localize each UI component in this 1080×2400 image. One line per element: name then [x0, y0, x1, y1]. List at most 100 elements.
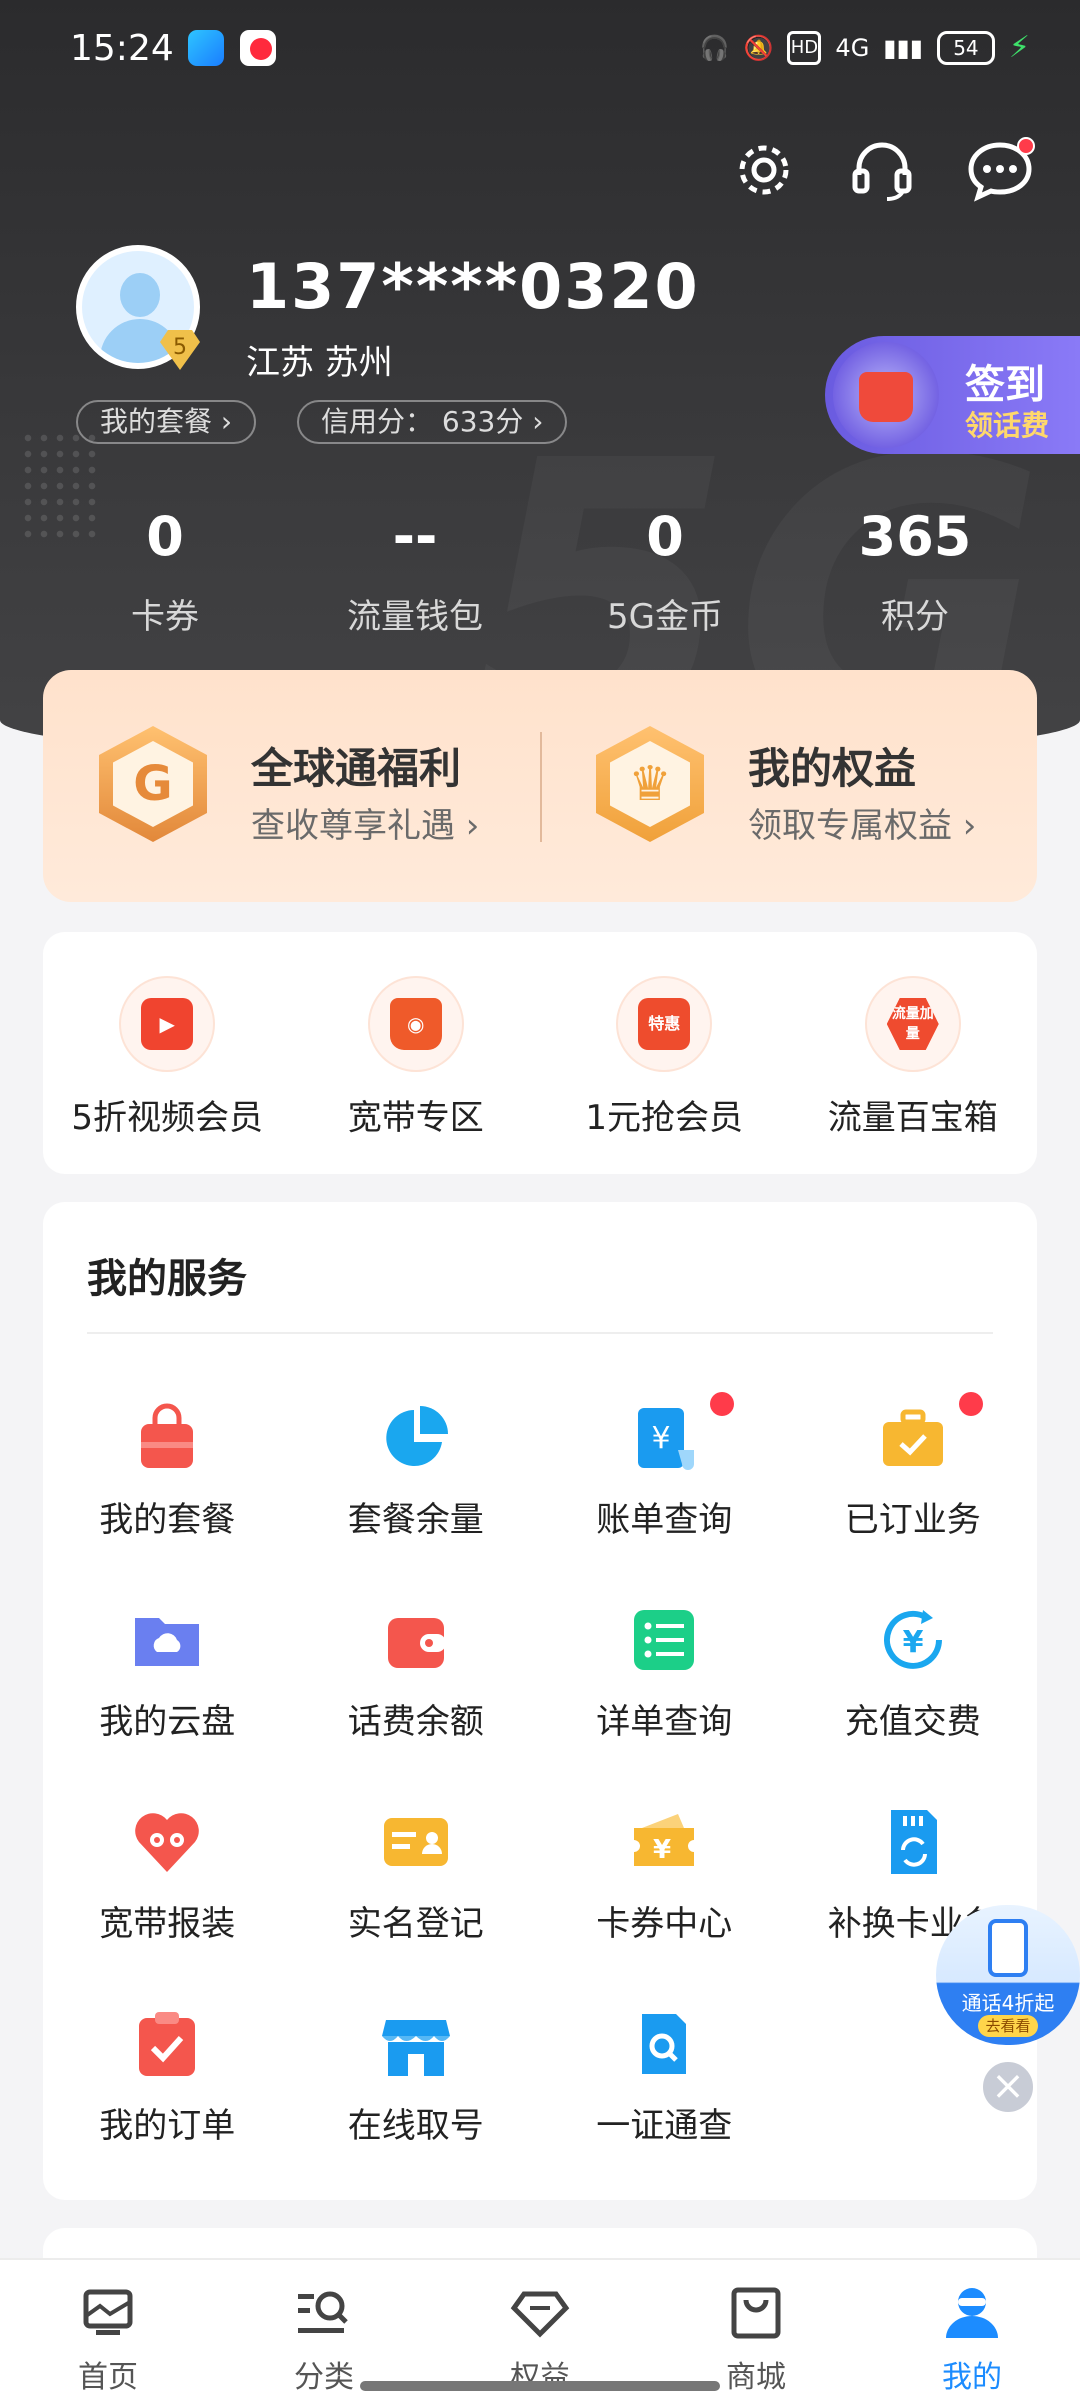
quick-broadband[interactable]: ◉ 宽带专区	[292, 932, 541, 1174]
global-benefits-card[interactable]: G 全球通福利 查收尊享礼遇 ›	[43, 670, 540, 902]
global-logo-icon: G	[99, 726, 207, 842]
svg-text:¥: ¥	[652, 1421, 671, 1456]
service-label: 我的云盘	[99, 1702, 236, 1742]
service-label: 卡券中心	[596, 1904, 733, 1944]
service-broadband-install[interactable]: 宽带报装	[43, 1766, 292, 1968]
service-label: 话费余额	[347, 1702, 484, 1742]
nav-label: 首页	[78, 2360, 138, 2395]
red-envelope-icon	[833, 342, 939, 448]
quick-video-vip[interactable]: ▶ 5折视频会员	[43, 932, 292, 1174]
signin-subtitle: 领话费	[965, 409, 1050, 442]
sim-icon	[877, 1806, 949, 1878]
service-label: 一证通查	[596, 2106, 733, 2146]
network-type: 4G	[835, 33, 870, 62]
heart-icon	[131, 1806, 203, 1878]
benefit-title: 我的权益	[748, 744, 917, 793]
stat-coupons[interactable]: 0 卡券	[40, 505, 290, 637]
signal-icon: ▮▮▮	[883, 33, 923, 62]
ticket-icon: ¥	[628, 1806, 700, 1878]
list-icon	[628, 1604, 700, 1676]
folder-cloud-icon	[131, 1604, 203, 1676]
credit-score-link[interactable]: 信用分： 633分 ›	[297, 400, 568, 444]
service-fee-balance[interactable]: 话费余额	[292, 1564, 541, 1766]
service-label: 在线取号	[347, 2106, 484, 2146]
service-cloud-drive[interactable]: 我的云盘	[43, 1564, 292, 1766]
stat-label: 积分	[881, 597, 949, 637]
nav-rights[interactable]: 权益	[432, 2260, 648, 2400]
nav-category[interactable]: 分类	[216, 2260, 432, 2400]
bag-icon: ◉	[369, 978, 462, 1070]
nav-mall[interactable]: 商城	[648, 2260, 864, 2400]
status-icons: 🎧 🔕 HD 4G ▮▮▮ 54 ⚡	[700, 30, 1030, 65]
quick-label: 5折视频会员	[71, 1098, 264, 1138]
quick-data-box[interactable]: 流量加量 流量百宝箱	[789, 932, 1038, 1174]
home-indicator[interactable]	[360, 2381, 720, 2391]
service-plan-balance[interactable]: 套餐余量	[292, 1362, 541, 1564]
account-stats: 0 卡券 -- 流量钱包 0 5G金币 365 积分	[0, 505, 1080, 637]
benefit-title: 全球通福利	[251, 744, 462, 793]
nav-home[interactable]: 首页	[0, 2260, 216, 2400]
service-label: 详单查询	[596, 1702, 733, 1742]
app-notification-icon	[188, 30, 224, 66]
bill-icon: ¥	[628, 1402, 700, 1474]
category-search-icon	[298, 2291, 348, 2333]
video-icon: ▶	[121, 978, 214, 1070]
battery-icon: 54	[936, 30, 995, 65]
store-icon	[380, 2008, 452, 2080]
nav-mine[interactable]: 我的	[864, 2260, 1080, 2400]
my-rights-card[interactable]: ♛ 我的权益 领取专属权益 ›	[540, 670, 1037, 902]
service-id-check[interactable]: 一证通查	[540, 1968, 789, 2170]
stat-label: 5G金币	[607, 597, 723, 637]
call-discount-float-ad[interactable]: 通话4折起 去看看	[936, 1905, 1080, 2045]
close-icon[interactable]: ×	[979, 2058, 1037, 2116]
quick-member-deal[interactable]: 特惠 1元抢会员	[540, 932, 789, 1174]
crown-icon: 特惠	[618, 978, 711, 1070]
hd-icon: HD	[787, 30, 822, 65]
stat-5g-coins[interactable]: 0 5G金币	[540, 505, 790, 637]
service-recharge[interactable]: ¥ 充值交费	[789, 1564, 1038, 1766]
header-actions	[729, 135, 1035, 205]
phone-number: 137****0320	[246, 250, 700, 323]
service-coupon-center[interactable]: ¥ 卡券中心	[540, 1766, 789, 1968]
stat-label: 卡券	[131, 597, 199, 637]
settings-gear-icon[interactable]	[729, 135, 799, 205]
unread-dot	[1017, 137, 1035, 155]
diamond-icon	[510, 2291, 570, 2338]
service-online-number[interactable]: 在线取号	[292, 1968, 541, 2170]
service-label: 已订业务	[844, 1500, 981, 1540]
phone-call-icon	[988, 1919, 1028, 1977]
service-detail-query[interactable]: 详单查询	[540, 1564, 789, 1766]
id-card-icon	[380, 1806, 452, 1878]
service-subscribed[interactable]: 已订业务	[789, 1362, 1038, 1564]
promo-shortcuts: ▶ 5折视频会员 ◉ 宽带专区 特惠 1元抢会员 流量加量 流量百宝箱	[43, 932, 1037, 1174]
service-label: 充值交费	[844, 1702, 981, 1742]
service-label: 账单查询	[596, 1500, 733, 1540]
divider	[87, 1332, 993, 1334]
stat-value: 0	[146, 505, 184, 568]
region-text: 江苏 苏州	[246, 343, 393, 383]
notification-dot	[958, 1392, 983, 1416]
my-plan-link[interactable]: 我的套餐 ›	[76, 400, 257, 444]
service-my-plan[interactable]: 我的套餐	[43, 1362, 292, 1564]
services-grid: 我的套餐 套餐余量 ¥ 账单查询 已订业务 我的云盘 话费余额 详单查询 ¥ 充…	[43, 1362, 1037, 2170]
stat-points[interactable]: 365 积分	[790, 505, 1040, 637]
mute-bell-icon: 🔕	[743, 33, 774, 62]
service-label: 套餐余量	[347, 1500, 484, 1540]
customer-service-headset-icon[interactable]	[847, 135, 917, 205]
service-my-orders[interactable]: 我的订单	[43, 1968, 292, 2170]
stat-value: 0	[646, 505, 684, 568]
pie-icon	[380, 1402, 452, 1474]
status-bar: 15:24 🎧 🔕 HD 4G ▮▮▮ 54 ⚡	[0, 0, 1080, 100]
ad-go-button[interactable]: 去看看	[978, 2015, 1038, 2037]
service-bill-query[interactable]: ¥ 账单查询	[540, 1362, 789, 1564]
hexagon-icon: 流量加量	[866, 978, 959, 1070]
signin-button[interactable]: 签到 领话费	[825, 336, 1080, 454]
message-chat-icon[interactable]	[965, 135, 1035, 205]
briefcase-icon	[877, 1402, 949, 1474]
benefit-subtitle: 查收尊享礼遇 ›	[251, 806, 480, 846]
my-services-card: 我的服务 我的套餐 套餐余量 ¥ 账单查询 已订业务 我的云盘 话费余额 详单查…	[43, 1202, 1037, 2200]
clipboard-check-icon	[131, 2008, 203, 2080]
stat-data-wallet[interactable]: -- 流量钱包	[290, 505, 540, 637]
service-real-name[interactable]: 实名登记	[292, 1766, 541, 1968]
crown-icon: ♛	[596, 726, 704, 842]
